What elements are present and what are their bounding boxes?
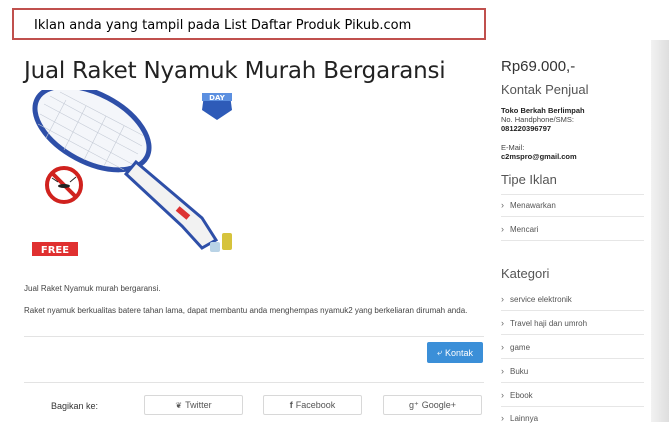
sidebar: Rp69.000,- Kontak Penjual Toko Berkah Be… bbox=[501, 0, 651, 423]
chevron-right-icon: › bbox=[501, 342, 504, 352]
share-button-label: Facebook bbox=[295, 400, 336, 410]
contact-button-label: Kontak bbox=[445, 347, 474, 358]
share-label: Bagikan ke: bbox=[51, 401, 99, 411]
svg-text:FREE: FREE bbox=[41, 245, 69, 256]
divider bbox=[24, 336, 484, 337]
email-label: E-Mail: bbox=[501, 143, 525, 152]
divider bbox=[501, 310, 644, 311]
price: Rp69.000,- bbox=[501, 58, 576, 75]
chevron-right-icon: › bbox=[501, 200, 504, 210]
category-label: Buku bbox=[510, 366, 529, 376]
category-label: Ebook bbox=[510, 390, 533, 400]
divider bbox=[501, 216, 644, 217]
svg-text:DAY: DAY bbox=[209, 94, 226, 102]
category-item-buku[interactable]: › Buku bbox=[501, 366, 644, 376]
chevron-right-icon: › bbox=[501, 366, 504, 376]
share-button-label: Google+ bbox=[421, 400, 457, 410]
category-section-title: Kategori bbox=[501, 266, 550, 281]
ad-type-item-menawarkan[interactable]: › Menawarkan bbox=[501, 200, 644, 210]
share-twitter-button[interactable]: ❦ Twitter bbox=[144, 395, 243, 415]
category-label: service elektronik bbox=[510, 294, 572, 304]
divider bbox=[501, 194, 644, 195]
divider bbox=[501, 240, 644, 241]
free-label: FREE bbox=[32, 242, 78, 256]
phone-label: No. Handphone/SMS: bbox=[501, 115, 574, 124]
ad-type-label: Menawarkan bbox=[510, 200, 556, 210]
chevron-right-icon: › bbox=[501, 294, 504, 304]
chevron-right-icon: › bbox=[501, 318, 504, 328]
divider bbox=[24, 382, 484, 383]
product-description-short: Jual Raket Nyamuk murah bergaransi. bbox=[24, 284, 161, 293]
phone-number[interactable]: 081220396797 bbox=[501, 124, 551, 133]
category-label: game bbox=[510, 342, 531, 352]
ad-type-label: Mencari bbox=[510, 224, 539, 234]
category-item-game[interactable]: › game bbox=[501, 342, 644, 352]
info-banner: Iklan anda yang tampil pada List Daftar … bbox=[12, 8, 486, 40]
category-item-service-elektronik[interactable]: › service elektronik bbox=[501, 294, 644, 304]
product-image: DAY FREE bbox=[32, 90, 232, 256]
share-facebook-button[interactable]: f Facebook bbox=[263, 395, 362, 415]
divider bbox=[501, 358, 644, 359]
divider bbox=[501, 382, 644, 383]
category-item-travel[interactable]: › Travel haji dan umroh bbox=[501, 318, 644, 328]
share-google-plus-button[interactable]: g⁺ Google+ bbox=[383, 395, 482, 415]
email-address[interactable]: c2mspro@gmail.com bbox=[501, 152, 577, 161]
page-title: Jual Raket Nyamuk Murah Bergaransi bbox=[24, 58, 446, 84]
chevron-right-icon: › bbox=[501, 390, 504, 400]
chevron-right-icon: › bbox=[501, 224, 504, 234]
divider bbox=[501, 334, 644, 335]
share-button-label: Twitter bbox=[185, 400, 212, 410]
category-label: Travel haji dan umroh bbox=[510, 318, 588, 328]
contact-button[interactable]: ⤶ Kontak bbox=[427, 342, 483, 363]
ad-type-section-title: Tipe Iklan bbox=[501, 172, 557, 187]
divider bbox=[501, 406, 644, 407]
page-edge-shadow bbox=[651, 40, 669, 422]
category-item-ebook[interactable]: › Ebook bbox=[501, 390, 644, 400]
google-plus-icon: g⁺ bbox=[408, 399, 419, 410]
day-badge: DAY bbox=[202, 93, 232, 120]
facebook-icon: f bbox=[289, 400, 293, 410]
product-description-long: Raket nyamuk berkualitas batere tahan la… bbox=[24, 306, 468, 315]
twitter-icon: ❦ bbox=[175, 400, 183, 410]
seller-name: Toko Berkah Berlimpah bbox=[501, 106, 585, 115]
info-banner-text: Iklan anda yang tampil pada List Daftar … bbox=[34, 18, 412, 33]
no-mosquito-icon bbox=[45, 166, 83, 204]
category-label: Lainnya bbox=[510, 413, 539, 423]
reply-icon: ⤶ bbox=[436, 347, 442, 357]
contact-section-title: Kontak Penjual bbox=[501, 82, 589, 97]
ad-type-item-mencari[interactable]: › Mencari bbox=[501, 224, 644, 234]
